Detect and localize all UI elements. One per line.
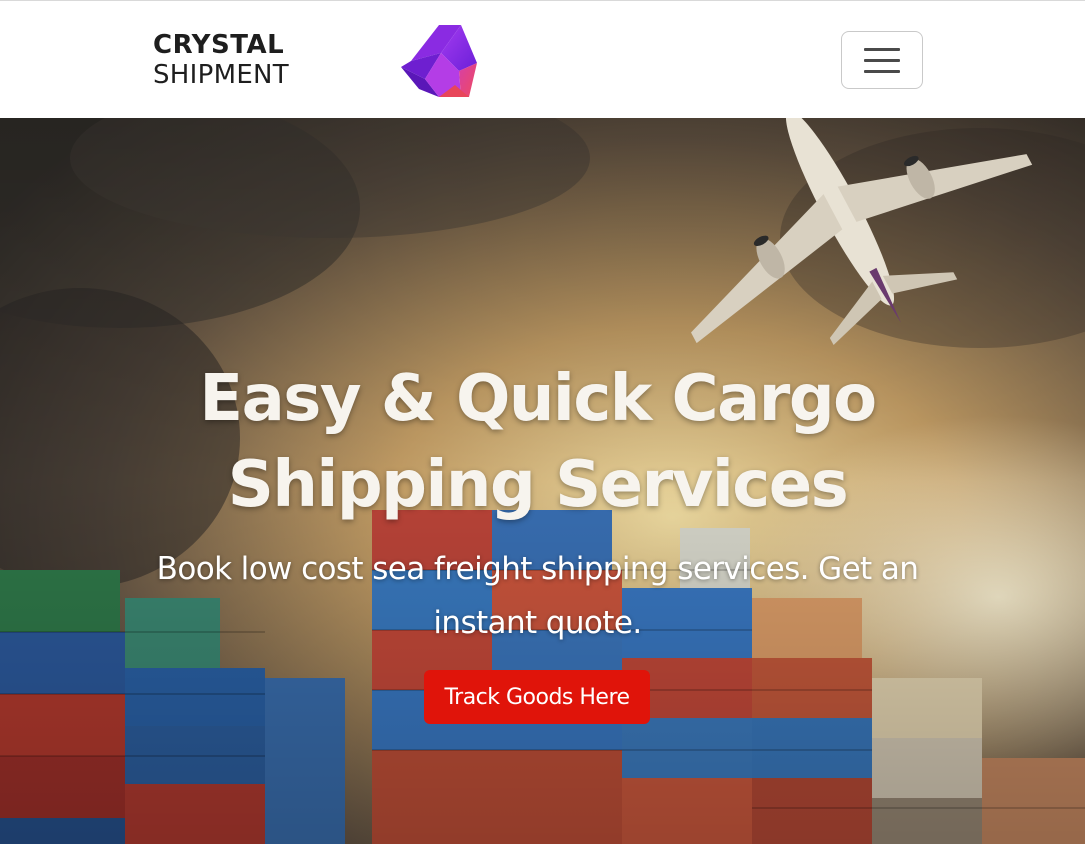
hero-title: Easy & Quick Cargo Shipping Services	[199, 362, 877, 522]
hero-section: Easy & Quick Cargo Shipping Services Boo…	[0, 118, 1085, 844]
crystal-logo-icon	[401, 25, 477, 97]
brand-logo-link[interactable]: CRYSTAL SHIPMENT	[153, 23, 483, 103]
hamburger-menu-icon	[864, 59, 900, 62]
track-goods-button[interactable]: Track Goods Here	[424, 670, 650, 724]
navbar: CRYSTAL SHIPMENT	[0, 0, 1085, 118]
hero-subtitle: Book low cost sea freight shipping servi…	[156, 551, 919, 641]
hero-content: Easy & Quick Cargo Shipping Services Boo…	[0, 118, 1085, 844]
brand-name-line2: SHIPMENT	[153, 60, 289, 90]
brand-name-line1: CRYSTAL	[153, 30, 285, 60]
hamburger-menu-icon	[864, 48, 900, 51]
hamburger-menu-icon	[864, 70, 900, 73]
menu-toggle-button[interactable]	[841, 31, 923, 89]
